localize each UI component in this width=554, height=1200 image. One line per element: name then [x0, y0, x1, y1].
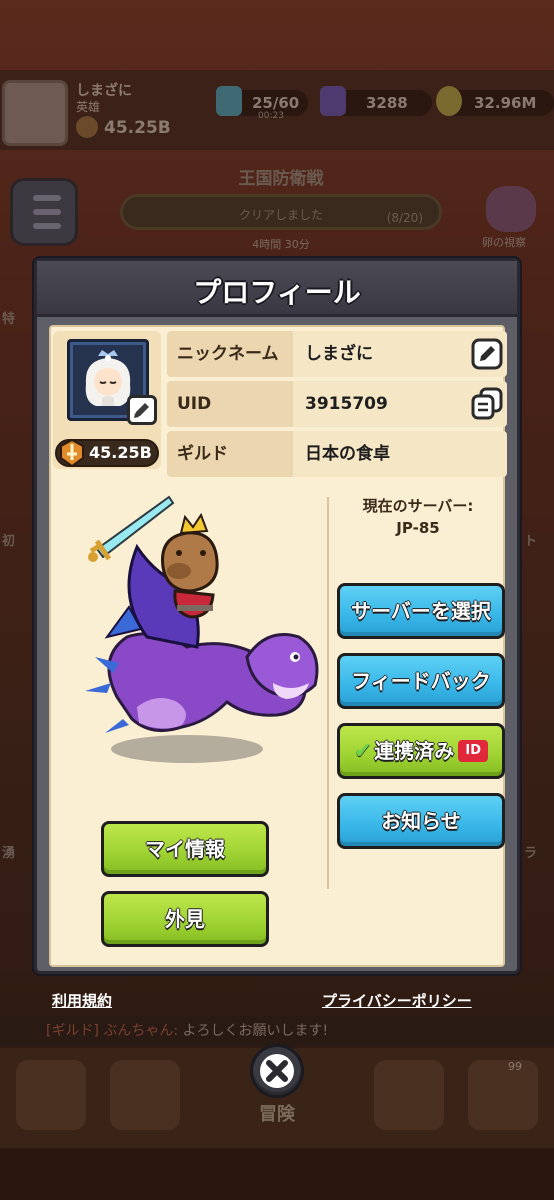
chat-guild-tag: [ギルド] ぶんちゃん: — [46, 1023, 179, 1039]
character-dragon-rider-icon — [85, 495, 319, 763]
egg-icon[interactable] — [486, 186, 536, 232]
top-player-name: しまざに — [76, 83, 132, 99]
egg-label: 卵の視察 — [482, 236, 526, 249]
modal-header: プロフィール — [37, 261, 517, 317]
side-menu-fragment: 特 — [2, 312, 16, 327]
notice-button[interactable]: お知らせ — [337, 793, 505, 849]
menu-icon-line-3 — [33, 223, 61, 229]
pencil-icon — [134, 403, 149, 418]
event-timer: 4時間 30分 — [252, 238, 310, 251]
guild-label: ギルド — [167, 431, 293, 477]
side-menu-fragment: 初 — [2, 534, 16, 549]
privacy-policy-link[interactable]: プライバシーポリシー — [322, 990, 472, 1011]
select-server-button[interactable]: サーバーを選択 — [337, 583, 505, 639]
event-progress-bar: クリアしました (8/20) — [120, 194, 442, 230]
my-info-button[interactable]: マイ情報 — [101, 821, 269, 877]
main-menu-button[interactable] — [10, 178, 78, 246]
uid-copy-button[interactable] — [471, 387, 503, 421]
close-icon — [260, 1054, 294, 1088]
gold-icon — [436, 86, 462, 116]
footer-bar — [0, 1150, 554, 1200]
power-icon — [60, 438, 84, 468]
chat-bar[interactable]: [ギルド] ぶんちゃん: よろしくお願いします! — [0, 1016, 554, 1046]
side-menu-fragment: ラ — [524, 846, 538, 861]
terms-link[interactable]: 利用規約 — [52, 990, 112, 1011]
menu-icon — [33, 195, 61, 201]
current-server-label: 現在のサーバー: — [362, 497, 474, 515]
gem-icon — [320, 86, 346, 116]
event-count: (8/20) — [386, 211, 423, 225]
top-player-power: 45.25B — [104, 118, 171, 138]
id-badge: ID — [458, 739, 489, 762]
modal-body: 45.25B ニックネーム しまざに UID 3915709 ギルド 日本の食卓… — [49, 325, 507, 967]
energy-timer: 00:23 — [258, 111, 284, 121]
avatar-edit-button[interactable] — [127, 395, 157, 425]
checkmark-icon: ✔ — [353, 739, 373, 764]
nickname-row: ニックネーム しまざに — [167, 331, 507, 377]
feedback-button[interactable]: フィードバック — [337, 653, 505, 709]
energy-icon — [216, 86, 242, 116]
top-power-icon — [76, 116, 98, 138]
copy-icon — [471, 387, 503, 420]
edit-icon — [471, 338, 503, 370]
top-player-avatar[interactable] — [2, 80, 68, 146]
close-button[interactable] — [250, 1044, 304, 1098]
uid-row: UID 3915709 — [167, 381, 507, 427]
appearance-button[interactable]: 外見 — [101, 891, 269, 947]
nav-adventure-label[interactable]: 冒険 — [0, 1100, 554, 1126]
guild-value: 日本の食卓 — [293, 431, 507, 477]
profile-modal: プロフィール 45.25B ニックネーム しまざに UID 3915709 ギル… — [34, 258, 520, 974]
top-player-rank: 英雄 — [76, 100, 101, 114]
nickname-label: ニックネーム — [167, 331, 293, 377]
nickname-edit-button[interactable] — [471, 337, 503, 371]
current-server-info: 現在のサーバー: JP-85 — [329, 495, 507, 539]
power-value: 45.25B — [89, 443, 152, 462]
event-title: 王国防衛戦 — [238, 169, 324, 189]
current-server-value: JP-85 — [396, 519, 440, 537]
uid-label: UID — [167, 381, 293, 427]
guild-row: ギルド 日本の食卓 — [167, 431, 507, 477]
side-menu-fragment: ト — [524, 534, 538, 549]
account-linked-button[interactable]: ✔ 連携済み ID — [337, 723, 505, 779]
avatar-card: 45.25B — [53, 331, 161, 469]
nav-badge-count: 99 — [508, 1060, 522, 1073]
chat-message: よろしくお願いします! — [182, 1023, 329, 1039]
menu-icon-line-2 — [33, 209, 61, 215]
side-menu-fragment: 湧 — [2, 846, 16, 861]
account-linked-label: 連携済み — [374, 739, 455, 763]
modal-title: プロフィール — [193, 276, 361, 309]
column-divider — [327, 497, 329, 889]
event-banner[interactable]: 王国防衛戦 クリアしました (8/20) 4時間 30分 — [96, 150, 466, 251]
power-badge: 45.25B — [55, 438, 159, 468]
